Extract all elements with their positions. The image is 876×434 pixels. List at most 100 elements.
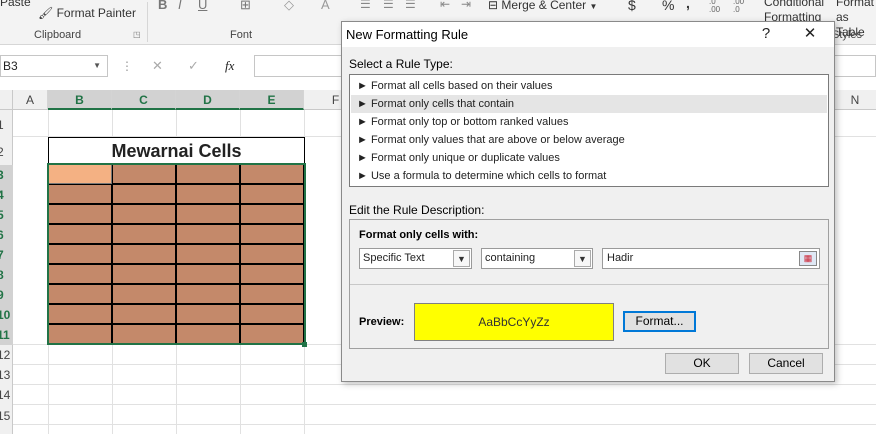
align-right-icon[interactable]: ☰	[405, 0, 416, 11]
colored-cell[interactable]	[176, 204, 240, 224]
percent-button[interactable]: %	[662, 0, 674, 13]
column-header-c[interactable]: C	[112, 90, 176, 110]
column-header-b[interactable]: B	[48, 90, 112, 110]
colored-cell[interactable]	[240, 204, 304, 224]
decrease-decimal-icon[interactable]: .00.0	[733, 0, 744, 14]
colored-cell[interactable]	[48, 204, 112, 224]
confirm-entry-button[interactable]: ✓	[188, 58, 199, 74]
row-header[interactable]: 3	[0, 165, 13, 185]
column-header-a[interactable]: A	[13, 90, 48, 110]
decrease-indent-icon[interactable]: ⇤	[440, 0, 450, 11]
rule-type-item[interactable]: ► Use a formula to determine which cells…	[351, 167, 827, 185]
column-header-n[interactable]: N	[834, 90, 876, 110]
align-left-icon[interactable]: ☰	[360, 0, 371, 11]
font-color-button[interactable]: A	[321, 0, 330, 12]
column-header-e[interactable]: E	[240, 90, 304, 110]
name-box[interactable]: B3 ▼	[0, 55, 108, 77]
increase-indent-icon[interactable]: ⇥	[461, 0, 471, 11]
colored-cell[interactable]	[240, 284, 304, 304]
colored-cell[interactable]	[240, 324, 304, 344]
range-selector-icon[interactable]: ▦	[799, 251, 817, 266]
colored-cell[interactable]	[240, 304, 304, 324]
text-value-input[interactable]: Hadir ▦	[602, 248, 820, 269]
colored-cell[interactable]	[48, 304, 112, 324]
clipboard-launcher-icon[interactable]: ◳	[133, 30, 141, 39]
format-button[interactable]: Format...	[623, 311, 696, 332]
format-painter-button[interactable]: 🖌 Format Painter	[38, 6, 136, 20]
rule-type-item[interactable]: ► Format all cells based on their values	[351, 77, 827, 95]
colored-cell[interactable]	[176, 244, 240, 264]
colored-cell[interactable]	[112, 304, 176, 324]
cancel-button[interactable]: Cancel	[749, 353, 823, 374]
colored-cell[interactable]	[112, 184, 176, 204]
column-header-d[interactable]: D	[176, 90, 240, 110]
row-header[interactable]: 7	[0, 245, 13, 265]
currency-button[interactable]: $	[628, 0, 636, 13]
colored-cell[interactable]	[176, 264, 240, 284]
colored-cell[interactable]	[48, 284, 112, 304]
increase-decimal-icon[interactable]: .0.00	[709, 0, 720, 14]
merge-center-button[interactable]: ⊟ Merge & Center ▼	[488, 0, 597, 12]
colored-cell[interactable]	[48, 164, 112, 184]
colored-cell[interactable]	[48, 324, 112, 344]
paste-button[interactable]: Paste	[0, 0, 31, 9]
rule-type-item[interactable]: ► Format only values that are above or b…	[351, 131, 827, 149]
rule-type-item[interactable]: ► Format only cells that contain	[351, 95, 827, 113]
rule-type-item[interactable]: ► Format only top or bottom ranked value…	[351, 113, 827, 131]
insert-function-button[interactable]: fx	[225, 58, 234, 74]
row-header[interactable]: 2	[0, 142, 13, 162]
colored-cell[interactable]	[240, 244, 304, 264]
operator-select[interactable]: containing ▼	[481, 248, 593, 269]
colored-cell[interactable]	[176, 184, 240, 204]
row-header[interactable]: 12	[0, 345, 13, 365]
colored-cell[interactable]	[112, 164, 176, 184]
colored-cell[interactable]	[112, 324, 176, 344]
comma-button[interactable]: ,	[686, 0, 690, 11]
row-header[interactable]: 11	[0, 325, 13, 345]
cancel-entry-button[interactable]: ✕	[152, 58, 163, 74]
title-cell[interactable]: Mewarnai Cells	[48, 137, 305, 165]
colored-cell[interactable]	[112, 284, 176, 304]
colored-cell[interactable]	[112, 204, 176, 224]
row-header[interactable]: 9	[0, 285, 13, 305]
fill-handle[interactable]	[302, 342, 307, 347]
colored-cell[interactable]	[240, 164, 304, 184]
chevron-down-icon[interactable]: ▼	[93, 61, 101, 70]
colored-cell[interactable]	[48, 244, 112, 264]
colored-cell[interactable]	[176, 324, 240, 344]
row-header[interactable]: 13	[0, 365, 13, 385]
row-header[interactable]: 6	[0, 225, 13, 245]
underline-button[interactable]: U	[198, 0, 207, 12]
colored-cell[interactable]	[176, 164, 240, 184]
condition-type-select[interactable]: Specific Text ▼	[359, 248, 472, 269]
colored-cell[interactable]	[240, 264, 304, 284]
row-header[interactable]: 4	[0, 185, 13, 205]
italic-button[interactable]: I	[178, 0, 182, 12]
colored-cell[interactable]	[240, 184, 304, 204]
borders-icon[interactable]: ⊞	[240, 0, 251, 13]
align-center-icon[interactable]: ☰	[383, 0, 394, 11]
row-header[interactable]: 15	[0, 406, 13, 426]
row-header[interactable]: 1	[0, 115, 13, 135]
rule-type-list[interactable]: ► Format all cells based on their values…	[349, 74, 829, 187]
row-header[interactable]: 10	[0, 305, 13, 325]
colored-cell[interactable]	[48, 224, 112, 244]
row-header[interactable]: 5	[0, 205, 13, 225]
colored-cell[interactable]	[176, 304, 240, 324]
row-header[interactable]: 14	[0, 385, 13, 405]
colored-cell[interactable]	[48, 184, 112, 204]
colored-cell[interactable]	[240, 224, 304, 244]
fill-color-icon[interactable]: ◇	[284, 0, 294, 13]
row-header[interactable]: 8	[0, 265, 13, 285]
colored-cell[interactable]	[176, 284, 240, 304]
help-button[interactable]: ?	[746, 23, 786, 45]
colored-cell[interactable]	[176, 224, 240, 244]
bold-button[interactable]: B	[158, 0, 167, 12]
colored-cell[interactable]	[112, 224, 176, 244]
colored-cell[interactable]	[112, 244, 176, 264]
rule-type-item[interactable]: ► Format only unique or duplicate values	[351, 149, 827, 167]
ok-button[interactable]: OK	[665, 353, 739, 374]
colored-cell[interactable]	[112, 264, 176, 284]
select-all-corner[interactable]	[0, 90, 13, 110]
close-button[interactable]: ✕	[790, 23, 830, 45]
